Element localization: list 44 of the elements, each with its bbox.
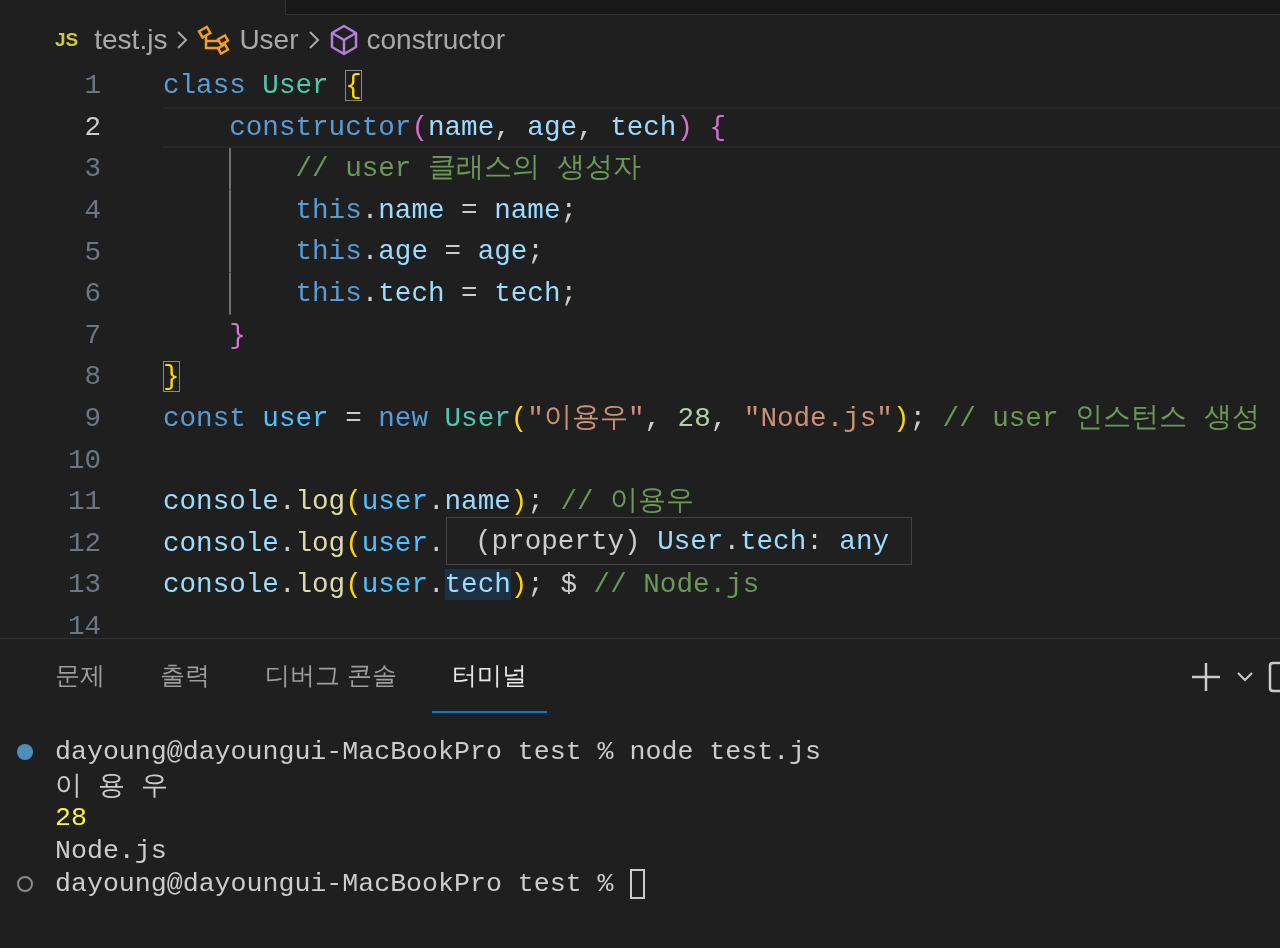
terminal-line: 28: [55, 802, 87, 833]
panel-tab[interactable]: 디버그 콘솔: [245, 639, 417, 713]
code-line: console.log(user.name); // 이용우: [163, 484, 695, 519]
panel-tab[interactable]: 터미널: [431, 639, 547, 713]
chevron-right-icon: [306, 29, 321, 51]
breadcrumb-item[interactable]: User: [239, 24, 299, 56]
line-number: 7: [83, 319, 101, 351]
code-line: constructor(name, age, tech) {: [228, 110, 727, 145]
code-line: const user = new User("이용우", 28, "Node.js"); // user 인스턴스 생성: [163, 401, 1260, 436]
terminal-line: dayoung@dayoungui-MacBookPro test % node test.js: [55, 736, 822, 767]
line-number: 2: [83, 111, 101, 143]
line-number: 9: [83, 403, 101, 435]
terminal-line: Node.js: [55, 835, 167, 866]
hover-tooltip: (property) User.tech: any: [446, 517, 913, 565]
code-line: console.log(user.tech); $ // Node.js: [163, 568, 760, 603]
code-line: }: [228, 318, 246, 353]
plus-icon[interactable]: [1190, 661, 1222, 693]
line-number: 14: [66, 611, 101, 638]
chevron-right-icon: [175, 29, 190, 51]
line-number: 12: [66, 527, 101, 559]
breadcrumb-item[interactable]: test.js: [94, 24, 168, 56]
line-number: 5: [83, 236, 101, 268]
terminal-line: dayoung@dayoungui-MacBookPro test %: [55, 868, 614, 899]
line-number: 10: [66, 444, 101, 476]
code-line: class User {: [163, 69, 362, 103]
panel-tab[interactable]: 출력: [140, 639, 230, 713]
terminal-line: 이 용 우: [55, 770, 168, 803]
cube-icon: [328, 24, 359, 56]
class-icon: [197, 25, 232, 55]
code-line: console.log(user.: [163, 526, 445, 561]
terminal-cursor: [629, 868, 645, 899]
js-file-icon: JS: [55, 29, 79, 51]
line-number: 3: [83, 153, 101, 185]
line-number: 6: [83, 278, 101, 310]
line-number: 8: [83, 361, 101, 393]
line-number: 1: [83, 70, 101, 102]
panel-tab[interactable]: 문제: [35, 639, 125, 713]
line-number: 13: [66, 569, 101, 601]
panel-icon[interactable]: [1268, 661, 1280, 693]
code-line: }: [163, 360, 180, 395]
line-number: 11: [66, 486, 101, 518]
line-number: 4: [83, 195, 101, 227]
breadcrumb-item[interactable]: constructor: [366, 24, 505, 56]
chevron-down-icon[interactable]: [1236, 671, 1254, 683]
